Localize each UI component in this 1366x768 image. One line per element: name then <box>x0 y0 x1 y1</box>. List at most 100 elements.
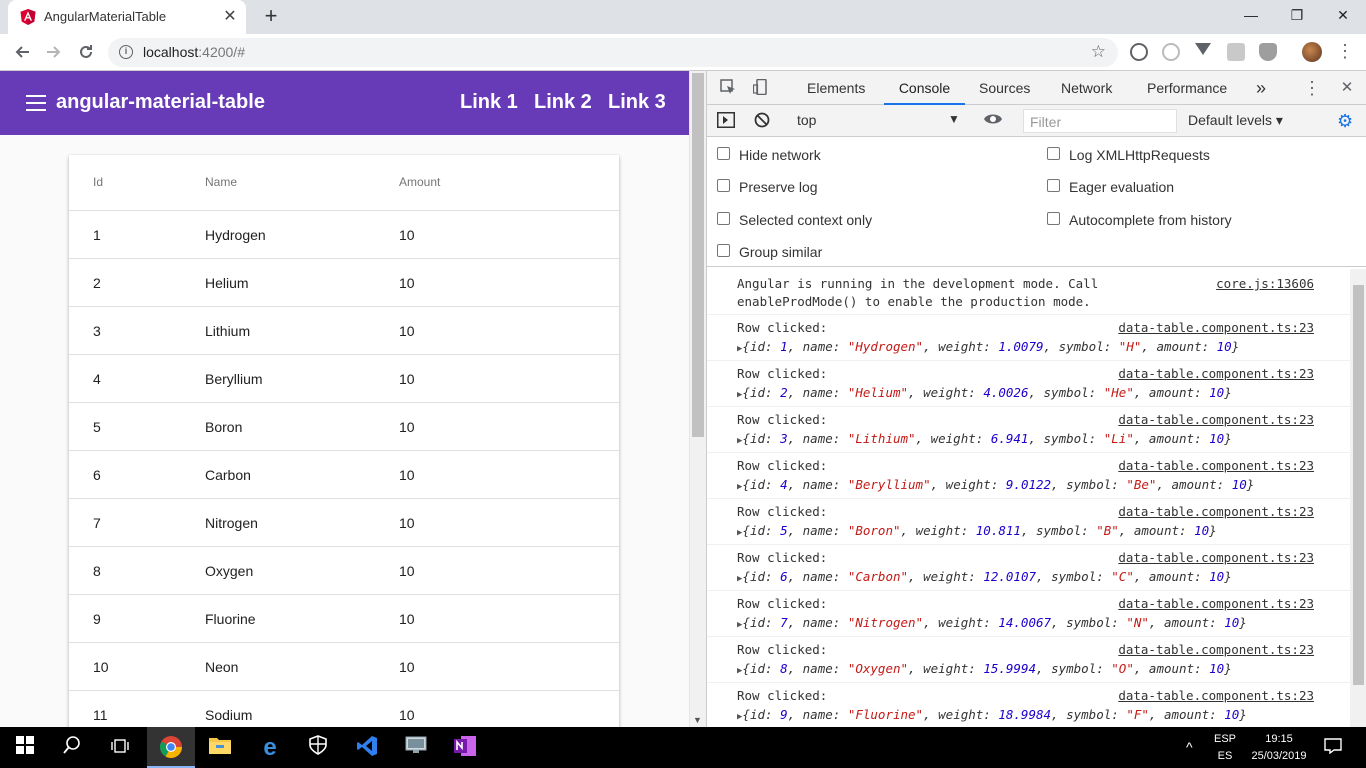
page-scrollbar[interactable]: ▼ <box>689 71 706 727</box>
tab-network[interactable]: Network <box>1061 71 1112 105</box>
expand-triangle-icon[interactable]: ▶ <box>737 390 742 400</box>
device-toolbar-icon[interactable] <box>752 78 770 97</box>
chevron-up-icon[interactable]: ^ <box>1186 740 1193 754</box>
inspect-element-icon[interactable] <box>719 79 737 97</box>
column-header-amount[interactable]: Amount <box>399 175 440 189</box>
windows-security-icon[interactable] <box>305 735 331 761</box>
source-link[interactable]: data-table.component.ts:23 <box>1118 642 1314 657</box>
table-row[interactable]: 6 Carbon 10 <box>69 451 619 499</box>
source-link[interactable]: data-table.component.ts:23 <box>1118 550 1314 565</box>
vscode-icon[interactable] <box>354 735 380 761</box>
extension-icon[interactable] <box>1130 43 1148 61</box>
source-link[interactable]: data-table.component.ts:23 <box>1118 320 1314 335</box>
expand-triangle-icon[interactable]: ▶ <box>737 666 742 676</box>
onenote-icon[interactable] <box>452 735 478 761</box>
scroll-down-arrow-icon[interactable]: ▼ <box>693 715 702 725</box>
action-center-icon[interactable] <box>1324 738 1342 758</box>
context-selector[interactable]: top <box>797 112 816 128</box>
group-similar-checkbox[interactable] <box>717 244 730 257</box>
keyboard-language[interactable]: ESP ES <box>1212 732 1238 763</box>
table-row[interactable]: 11 Sodium 10 <box>69 691 619 727</box>
logged-object[interactable]: ▶{id: 2, name: "Helium", weight: 4.0026,… <box>737 385 1232 400</box>
logged-object[interactable]: ▶{id: 9, name: "Fluorine", weight: 18.99… <box>737 707 1247 722</box>
table-row[interactable]: 5 Boron 10 <box>69 403 619 451</box>
logged-object[interactable]: ▶{id: 7, name: "Nitrogen", weight: 14.00… <box>737 615 1247 630</box>
hamburger-menu-icon[interactable] <box>26 95 46 111</box>
preserve-log-checkbox[interactable] <box>717 179 730 192</box>
logged-object[interactable]: ▶{id: 4, name: "Beryllium", weight: 9.01… <box>737 477 1254 492</box>
system-clock[interactable]: 19:15 25/03/2019 <box>1246 732 1312 763</box>
expand-triangle-icon[interactable]: ▶ <box>737 712 742 722</box>
source-link[interactable]: data-table.component.ts:23 <box>1118 504 1314 519</box>
nav-link-3[interactable]: Link 3 <box>608 91 666 114</box>
tab-console[interactable]: Console <box>884 71 965 105</box>
expand-triangle-icon[interactable]: ▶ <box>737 482 742 492</box>
log-levels-dropdown[interactable]: Default levels ▾ <box>1188 112 1283 129</box>
table-row[interactable]: 9 Fluorine 10 <box>69 595 619 643</box>
column-header-id[interactable]: Id <box>93 175 103 189</box>
file-explorer-icon[interactable] <box>207 735 233 761</box>
table-row[interactable]: 8 Oxygen 10 <box>69 547 619 595</box>
close-devtools-icon[interactable]: ✕ <box>1338 79 1356 97</box>
logged-object[interactable]: ▶{id: 5, name: "Boron", weight: 10.811, … <box>737 523 1217 538</box>
table-row[interactable]: 2 Helium 10 <box>69 259 619 307</box>
clear-console-icon[interactable] <box>753 112 771 130</box>
bookmark-star-icon[interactable]: ☆ <box>1091 42 1106 62</box>
profile-avatar[interactable] <box>1302 42 1322 62</box>
address-bar[interactable]: i localhost:4200/# ☆ <box>108 38 1118 67</box>
console-scrollbar[interactable] <box>1350 269 1366 727</box>
back-button[interactable] <box>10 40 34 64</box>
browser-menu-icon[interactable]: ⋮ <box>1336 40 1354 64</box>
remote-desktop-icon[interactable] <box>403 735 429 761</box>
nav-link-1[interactable]: Link 1 <box>460 91 518 114</box>
minimize-button[interactable]: — <box>1228 0 1274 30</box>
logged-object[interactable]: ▶{id: 3, name: "Lithium", weight: 6.941,… <box>737 431 1232 446</box>
more-tabs-button[interactable]: » <box>1256 71 1266 105</box>
source-link[interactable]: data-table.component.ts:23 <box>1118 412 1314 427</box>
tab-elements[interactable]: Elements <box>807 71 865 105</box>
scrollbar-thumb[interactable] <box>692 73 704 437</box>
restore-button[interactable]: ❐ <box>1274 0 1320 30</box>
site-info-icon[interactable]: i <box>119 45 133 59</box>
reload-button[interactable] <box>74 40 98 64</box>
sidebar-toggle-icon[interactable] <box>717 112 735 130</box>
nav-link-2[interactable]: Link 2 <box>534 91 592 114</box>
chrome-icon[interactable] <box>158 735 184 761</box>
source-link[interactable]: data-table.component.ts:23 <box>1118 596 1314 611</box>
table-row[interactable]: 4 Beryllium 10 <box>69 355 619 403</box>
new-tab-button[interactable]: + <box>259 5 283 29</box>
close-tab-icon[interactable]: ✕ <box>220 7 240 27</box>
windows-start-icon[interactable] <box>12 735 38 761</box>
devtools-menu-icon[interactable]: ⋮ <box>1303 79 1321 97</box>
close-window-button[interactable]: ✕ <box>1320 0 1366 30</box>
shield-extension-icon[interactable] <box>1259 43 1277 61</box>
scrollbar-thumb[interactable] <box>1353 285 1364 685</box>
source-link[interactable]: data-table.component.ts:23 <box>1118 688 1314 703</box>
forward-button[interactable] <box>42 40 66 64</box>
browser-tab[interactable]: AngularMaterialTable ✕ <box>8 0 246 34</box>
angular-devtools-icon[interactable] <box>1227 43 1245 61</box>
table-row[interactable]: 3 Lithium 10 <box>69 307 619 355</box>
logged-object[interactable]: ▶{id: 1, name: "Hydrogen", weight: 1.007… <box>737 339 1239 354</box>
source-link[interactable]: data-table.component.ts:23 <box>1118 366 1314 381</box>
task-view-icon[interactable] <box>107 735 133 761</box>
tab-performance[interactable]: Performance <box>1147 71 1227 105</box>
gear-icon[interactable]: ⚙ <box>1337 111 1353 132</box>
selected-context-checkbox[interactable] <box>717 212 730 225</box>
source-link[interactable]: data-table.component.ts:23 <box>1118 458 1314 473</box>
expand-triangle-icon[interactable]: ▶ <box>737 344 742 354</box>
tab-sources[interactable]: Sources <box>979 71 1030 105</box>
table-row[interactable]: 10 Neon 10 <box>69 643 619 691</box>
column-header-name[interactable]: Name <box>205 175 237 189</box>
eager-evaluation-checkbox[interactable] <box>1047 179 1060 192</box>
logged-object[interactable]: ▶{id: 8, name: "Oxygen", weight: 15.9994… <box>737 661 1232 676</box>
search-icon[interactable] <box>59 735 85 761</box>
autocomplete-history-checkbox[interactable] <box>1047 212 1060 225</box>
table-row[interactable]: 7 Nitrogen 10 <box>69 499 619 547</box>
edge-icon[interactable]: e <box>257 735 283 761</box>
logged-object[interactable]: ▶{id: 6, name: "Carbon", weight: 12.0107… <box>737 569 1232 584</box>
chevron-down-icon[interactable]: ▼ <box>948 112 960 126</box>
expand-triangle-icon[interactable]: ▶ <box>737 528 742 538</box>
expand-triangle-icon[interactable]: ▶ <box>737 574 742 584</box>
table-row[interactable]: 1 Hydrogen 10 <box>69 211 619 259</box>
